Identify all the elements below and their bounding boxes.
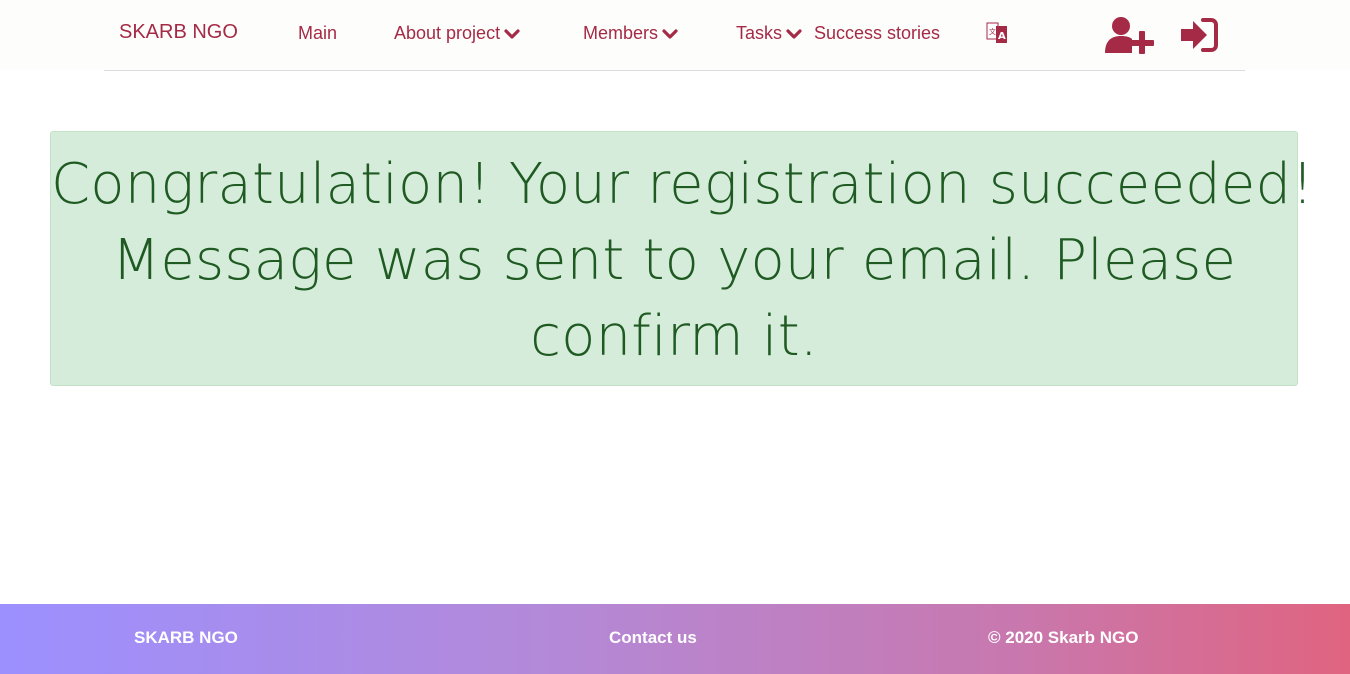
nav-success-stories-link[interactable]: Success stories [814,21,940,45]
nav-members-label: Members [583,23,659,43]
nav-main-link[interactable]: Main [298,21,337,45]
chevron-down-icon [504,28,520,40]
nav-about-dropdown[interactable]: About project [394,21,520,45]
alert-message-line-3: confirm it. [530,304,818,369]
translate-icon[interactable]: 文 A [986,21,1008,45]
nav-members-dropdown[interactable]: Members [583,21,678,45]
footer-copyright: © 2020 Skarb NGO [988,628,1139,647]
user-plus-icon[interactable] [1104,16,1154,54]
nav-about-label: About project [394,23,501,43]
footer-brand-link[interactable]: SKARB NGO [134,627,238,649]
nav-tasks-dropdown[interactable]: Tasks [736,21,802,45]
chevron-down-icon [786,28,802,40]
footer-contact-link[interactable]: Contact us [609,627,697,649]
alert-message-line-2: Message was sent to your email. Please [111,228,1237,293]
nav-tasks-label: Tasks [736,23,783,43]
brand-link[interactable]: SKARB NGO [119,20,238,44]
top-navbar: SKARB NGO Main About project Members Tas… [0,0,1350,70]
svg-text:文: 文 [989,27,996,36]
page: SKARB NGO Main About project Members Tas… [0,0,1350,674]
alert-message-line-1: Congratulation! Your registration succee… [51,152,1314,217]
success-alert: Congratulation! Your registration succee… [50,131,1314,386]
header-divider [104,70,1245,71]
sign-in-icon[interactable] [1180,18,1218,52]
footer: SKARB NGO Contact us © 2020 Skarb NGO [0,604,1350,674]
svg-text:A: A [998,31,1006,42]
chevron-down-icon [662,28,678,40]
